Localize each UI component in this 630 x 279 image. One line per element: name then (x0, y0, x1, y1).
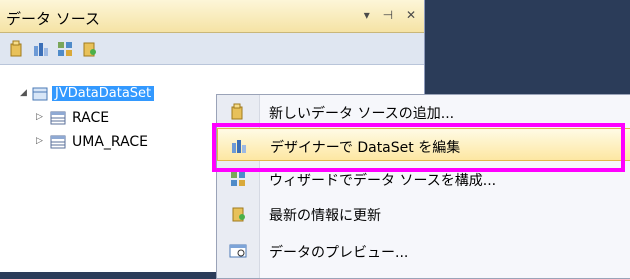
panel-toolbar (0, 33, 424, 65)
preview-icon (229, 244, 247, 258)
configure-icon[interactable] (56, 40, 74, 58)
menu-item-label: 新しいデータ ソースの追加... (269, 106, 455, 122)
tree-item-race[interactable]: ▷ RACE (36, 108, 206, 130)
context-menu: 新しいデータ ソースの追加... デザイナーで DataSet を編集 ウィザー… (216, 94, 630, 279)
menu-item-label: 最新の情報に更新 (269, 208, 381, 224)
annotation-highlight-box (212, 123, 625, 172)
window-position-dropdown-icon[interactable]: ▾ (364, 8, 370, 22)
tree-item-label: JVDataDataSet (52, 86, 155, 101)
add-data-source-icon[interactable] (8, 40, 26, 58)
close-icon[interactable]: ✕ (406, 8, 416, 22)
collapse-icon[interactable]: ◢ (20, 88, 27, 98)
refresh-icon (232, 207, 245, 222)
table-icon (50, 135, 66, 149)
panel-header: データ ソース ▾ ⊣ ✕ (0, 0, 424, 33)
add-data-source-icon (231, 103, 243, 120)
expand-icon[interactable]: ▷ (36, 112, 43, 122)
expand-icon[interactable]: ▷ (36, 136, 43, 146)
dataset-icon (32, 87, 48, 101)
panel-title: データ ソース (6, 10, 101, 28)
edit-dataset-icon[interactable] (32, 40, 50, 58)
table-icon (50, 111, 66, 125)
panel-header-buttons: ▾ ⊣ ✕ (355, 8, 416, 22)
tree-item-label: RACE (72, 110, 110, 126)
tree-item-label: UMA_RACE (72, 134, 149, 150)
wizard-icon (231, 172, 245, 186)
tree-item-uma-race[interactable]: ▷ UMA_RACE (36, 132, 206, 154)
menu-item-preview-data[interactable]: データのプレビュー... (217, 234, 630, 267)
auto-hide-pin-icon[interactable]: ⊣ (383, 8, 393, 22)
tree-item-root[interactable]: ◢ JVDataDataSet (20, 84, 220, 106)
menu-item-refresh[interactable]: 最新の情報に更新 (217, 197, 630, 230)
menu-item-label: ウィザードでデータ ソースを構成... (269, 173, 497, 189)
menu-item-label: データのプレビュー... (269, 245, 409, 261)
refresh-icon[interactable] (80, 40, 98, 58)
